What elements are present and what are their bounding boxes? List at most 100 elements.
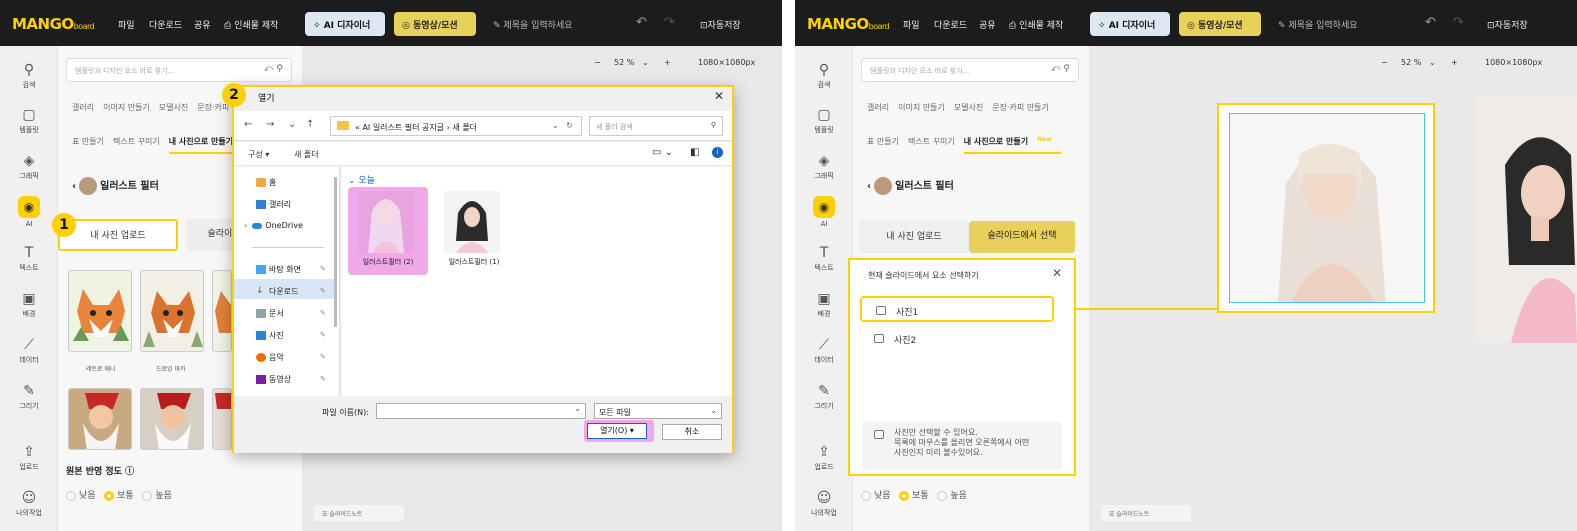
chevron-down-icon[interactable]: ⌄ xyxy=(288,119,296,130)
tab-table[interactable]: 표 만들기 xyxy=(72,137,104,146)
tab-model-photo[interactable]: 모델사진 xyxy=(954,103,983,112)
sidebar-ai[interactable]: ◉ AI xyxy=(0,196,58,228)
search-options-icon[interactable]: ⤺ ⚲ xyxy=(264,64,283,74)
radio-low[interactable] xyxy=(66,490,76,501)
filter-header[interactable]: ‹ 일러스트 필터 xyxy=(72,177,159,195)
strength-high[interactable]: 높음 xyxy=(937,490,967,501)
tab-image-create[interactable]: 이미지 만들기 xyxy=(103,103,150,112)
zoom-out-button[interactable]: − xyxy=(594,58,601,67)
sidebar-template[interactable]: ▢ 템플릿 xyxy=(0,107,58,135)
tab-copy-create[interactable]: 문장·카피 만들기 xyxy=(992,103,1049,112)
nav-item-videos[interactable]: 동영상 xyxy=(256,374,291,385)
sidebar-text[interactable]: T 텍스트 xyxy=(795,245,853,273)
address-bar[interactable]: « AI 일러스트 필터 공지글 › 새 폴더 ⌄ ↻ xyxy=(330,116,582,136)
tab-image-create[interactable]: 이미지 만들기 xyxy=(898,103,945,112)
logo[interactable]: MANGOboard xyxy=(807,15,890,33)
tab-text-deco[interactable]: 텍스트 꾸미기 xyxy=(908,137,955,146)
filetype-select[interactable]: 모든 파일 ⌄ xyxy=(594,403,722,419)
folder-search-input[interactable]: 새 폴더 검색 ⚲ xyxy=(589,116,723,136)
tab-gallery[interactable]: 갤러리 xyxy=(867,103,889,112)
slide-notes-tab[interactable]: ☰ 슬라이드노트 xyxy=(1101,505,1191,521)
radio-normal[interactable] xyxy=(104,490,115,501)
style-thumb-partial[interactable] xyxy=(212,270,232,352)
radio-low[interactable] xyxy=(861,490,871,501)
strength-low[interactable]: 낮음 xyxy=(66,490,96,501)
strength-normal[interactable]: 보통 xyxy=(104,490,134,501)
slide-photo-2[interactable] xyxy=(1475,95,1577,343)
menu-print[interactable]: ⎙ 인쇄물 제작 xyxy=(1009,18,1063,31)
upload-photo-button[interactable]: 내 사진 업로드 xyxy=(58,219,178,251)
search-options-icon[interactable]: ⤺ ⚲ xyxy=(1051,64,1070,74)
close-icon[interactable]: ✕ xyxy=(714,89,724,103)
new-folder-button[interactable]: 새 폴더 xyxy=(294,149,319,160)
autosave-button[interactable]: ⊡자동저장 xyxy=(1487,18,1528,31)
preview-pane-icon[interactable]: ◧ xyxy=(690,147,699,158)
logo[interactable]: MANGOboard xyxy=(12,15,95,33)
group-today[interactable]: ⌄ 오늘 xyxy=(348,173,375,186)
undo-icon[interactable]: ↶ xyxy=(636,15,647,30)
sidebar-ai[interactable]: ◉ AI xyxy=(795,196,853,228)
dropdown-arrow-icon[interactable]: ▾ xyxy=(630,426,634,435)
strength-normal[interactable]: 보통 xyxy=(899,490,929,501)
select-from-slide-button[interactable]: 슬라이드에서 선택 xyxy=(969,221,1075,253)
nav-item-onedrive[interactable]: › OneDrive xyxy=(244,221,303,230)
sidebar-my-work[interactable]: ☺ 나의작업 xyxy=(0,490,58,518)
title-input[interactable]: ✎ 제목을 입력하세요 xyxy=(493,18,573,31)
zoom-in-button[interactable]: + xyxy=(664,58,671,67)
nav-item-gallery[interactable]: 갤러리 xyxy=(256,199,291,210)
sidebar-template[interactable]: ▢ 템플릿 xyxy=(795,107,853,135)
video-motion-button[interactable]: ◎ 동영상/모션 xyxy=(394,12,476,36)
menu-share[interactable]: 공유 xyxy=(979,18,996,31)
slide-notes-tab[interactable]: ☰ 슬라이드노트 xyxy=(314,505,404,521)
strength-low[interactable]: 낮음 xyxy=(861,490,891,501)
chevron-down-icon[interactable]: ⌄ xyxy=(642,58,649,67)
sidebar-draw[interactable]: ✎ 그리기 xyxy=(0,383,58,411)
zoom-level[interactable]: 52 % xyxy=(1401,58,1421,67)
strength-high[interactable]: 높음 xyxy=(142,490,172,501)
sidebar-graphic[interactable]: ◈ 그래픽 xyxy=(795,153,853,181)
sidebar-data[interactable]: ⟋ 데이터 xyxy=(0,337,58,365)
canvas-size[interactable]: 1080×1080px xyxy=(698,58,755,67)
menu-print[interactable]: ⎙ 인쇄물 제작 xyxy=(224,18,278,31)
style-thumb-drawing-marker[interactable] xyxy=(140,270,204,352)
sidebar-my-work[interactable]: ☺ 나의작업 xyxy=(795,490,853,518)
search-input[interactable]: 템플릿과 디자인 요소 바로 찾기... ⤺ ⚲ xyxy=(66,58,292,82)
sidebar-upload[interactable]: ⇪ 업로드 xyxy=(795,444,853,472)
radio-high[interactable] xyxy=(937,490,948,501)
video-motion-button[interactable]: ◎ 동영상/모션 xyxy=(1179,12,1261,36)
tab-my-photo[interactable]: 내 사진으로 만들기 New xyxy=(963,136,1061,154)
close-icon[interactable]: ✕ xyxy=(1052,266,1062,280)
view-options-icon[interactable]: ▭ ⌄ xyxy=(652,147,673,158)
sidebar-graphic[interactable]: ◈ 그래픽 xyxy=(0,153,58,181)
tab-gallery[interactable]: 갤러리 xyxy=(72,103,94,112)
sidebar-draw[interactable]: ✎ 그리기 xyxy=(795,383,853,411)
redo-icon[interactable]: ↷ xyxy=(664,15,675,30)
up-arrow-icon[interactable]: ↑ xyxy=(306,119,314,130)
forward-arrow-icon[interactable]: → xyxy=(266,119,274,130)
tab-my-photo[interactable]: 내 사진으로 만들기 xyxy=(168,137,234,154)
style-thumb-santa-2[interactable] xyxy=(140,388,204,450)
menu-download[interactable]: 다운로드 xyxy=(934,18,967,31)
menu-file[interactable]: 파일 xyxy=(118,18,135,31)
ai-designer-button[interactable]: ✧ AI 디자이너 xyxy=(305,12,385,36)
tab-table[interactable]: 표 만들기 xyxy=(867,137,899,146)
file-item-illustration-2[interactable]: 일러스트필터 (2) xyxy=(348,187,428,275)
back-arrow-icon[interactable]: ← xyxy=(244,119,252,130)
style-thumb-partial-2[interactable] xyxy=(212,388,232,450)
menu-download[interactable]: 다운로드 xyxy=(149,18,182,31)
style-thumb-santa-1[interactable] xyxy=(68,388,132,450)
nav-item-music[interactable]: 음악 xyxy=(256,352,284,363)
nav-item-home[interactable]: 홈 xyxy=(256,177,276,188)
popup-item-photo1[interactable]: 사진1 xyxy=(860,296,1054,322)
nav-scrollbar[interactable] xyxy=(334,177,337,327)
filename-input[interactable]: ⌄ xyxy=(376,403,586,419)
sidebar-upload[interactable]: ⇪ 업로드 xyxy=(0,444,58,472)
filter-header[interactable]: ‹ 일러스트 필터 xyxy=(867,177,954,195)
radio-high[interactable] xyxy=(142,490,153,501)
sidebar-search[interactable]: ⚲ 검색 xyxy=(0,62,58,90)
open-button[interactable]: 열기(O) ▾ xyxy=(587,423,647,439)
title-input[interactable]: ✎ 제목을 입력하세요 xyxy=(1278,18,1358,31)
file-item-illustration-1[interactable]: 일러스트필터 (1) xyxy=(434,187,514,275)
ai-designer-button[interactable]: ✧ AI 디자이너 xyxy=(1090,12,1170,36)
zoom-out-button[interactable]: − xyxy=(1381,58,1388,67)
